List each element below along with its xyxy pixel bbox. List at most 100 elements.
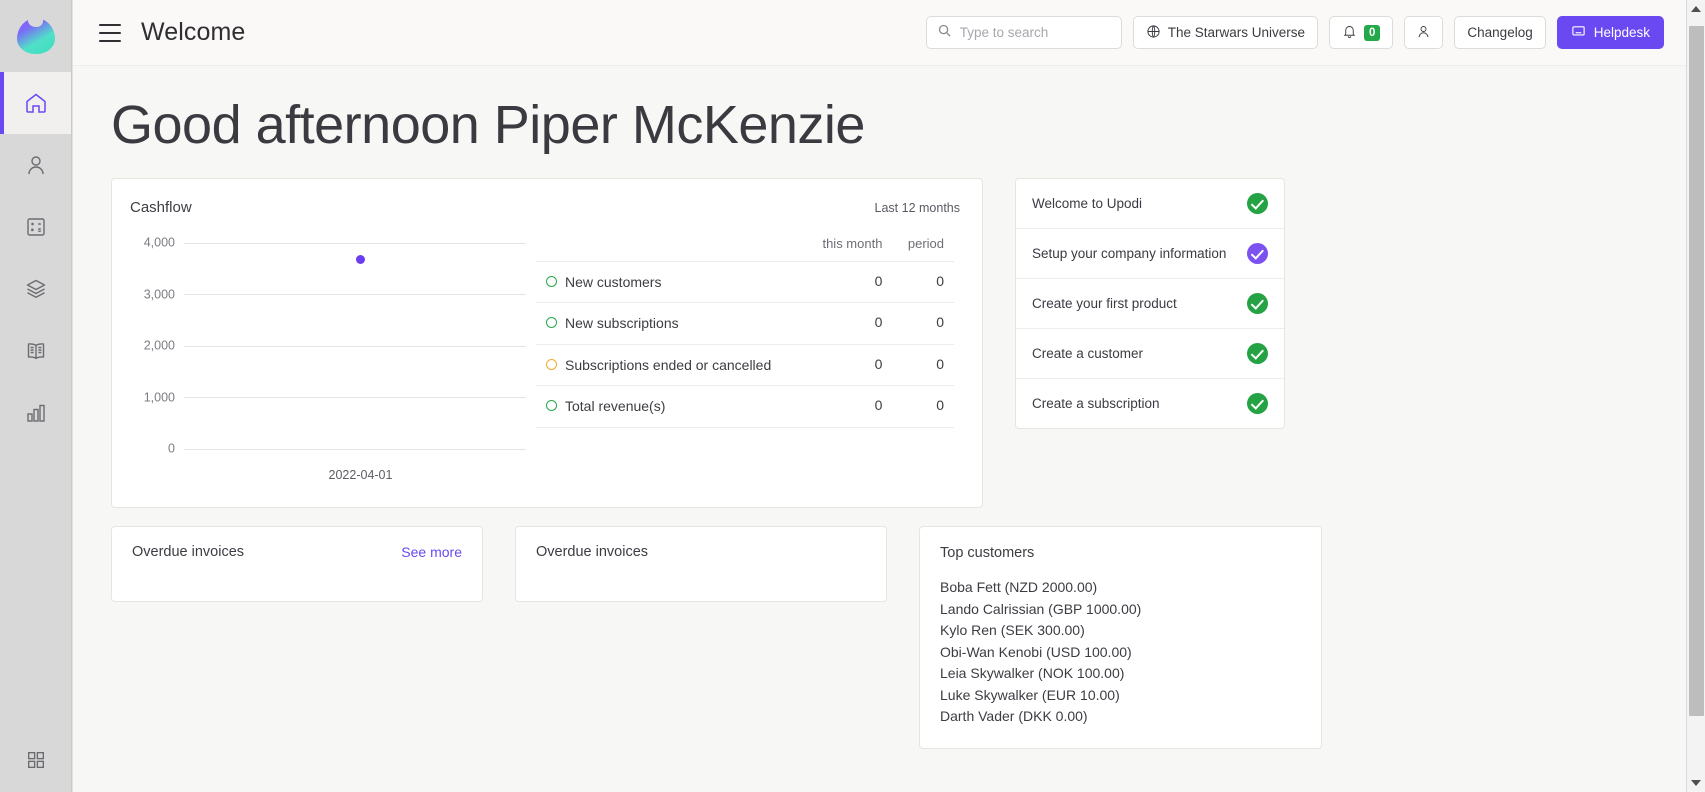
app-logo[interactable] (0, 0, 71, 72)
sidebar-item-apps[interactable] (0, 749, 71, 776)
check-circle-icon (1247, 243, 1268, 264)
sidebar-item-products[interactable] (0, 258, 71, 320)
see-more-link[interactable]: See more (401, 544, 462, 560)
greeting-heading: Good afternoon Piper McKenzie (111, 94, 1660, 156)
hamburger-icon[interactable] (99, 24, 121, 42)
gridline (184, 397, 526, 398)
status-ring-icon (546, 317, 557, 328)
icon-rail (0, 0, 72, 792)
changelog-button[interactable]: Changelog (1454, 16, 1545, 49)
check-circle-icon (1247, 193, 1268, 214)
account-button[interactable] (1404, 16, 1443, 49)
status-ring-icon (546, 400, 557, 411)
table-row: Total revenue(s)00 (536, 386, 954, 427)
helpdesk-label: Helpdesk (1594, 25, 1650, 40)
sidebar-item-billing[interactable] (0, 196, 71, 258)
sidebar-item-ledger[interactable] (0, 320, 71, 382)
gridline (184, 294, 526, 295)
search-box[interactable] (926, 16, 1122, 49)
list-item: Obi-Wan Kenobi (USD 100.00) (940, 642, 1301, 664)
page-title: Welcome (141, 18, 245, 47)
list-item: Darth Vader (DKK 0.00) (940, 706, 1301, 728)
upodi-logo-icon (17, 18, 55, 54)
y-axis-tick-label: 0 (132, 442, 184, 456)
cashflow-title: Cashflow (130, 199, 192, 216)
tenant-selector[interactable]: The Starwars Universe (1133, 16, 1318, 49)
table-row: New subscriptions00 (536, 303, 954, 344)
checklist-item-2[interactable]: Create your first product (1016, 279, 1284, 329)
chat-icon (1571, 24, 1586, 42)
check-circle-icon (1247, 293, 1268, 314)
check-circle-icon (1247, 343, 1268, 364)
checklist-item-label: Create a customer (1032, 345, 1237, 363)
cashflow-header: Cashflow Last 12 months (130, 199, 960, 216)
grid-icon (25, 749, 47, 776)
stat-this-month-cell: 0 (805, 386, 893, 427)
page-scrollbar[interactable] (1686, 0, 1705, 792)
sidebar-item-reports[interactable] (0, 382, 71, 444)
overdue-invoices-card-right: Overdue invoices (515, 526, 887, 602)
stat-label-cell: Subscriptions ended or cancelled (536, 344, 805, 385)
checklist-item-4[interactable]: Create a subscription (1016, 379, 1284, 428)
top-customers-card: Top customers Boba Fett (NZD 2000.00)Lan… (919, 526, 1322, 749)
book-icon (24, 339, 48, 363)
checklist-item-label: Setup your company information (1032, 245, 1237, 263)
sidebar-item-customers[interactable] (0, 134, 71, 196)
list-item: Boba Fett (NZD 2000.00) (940, 577, 1301, 599)
chart-data-point[interactable] (356, 255, 365, 264)
list-item: Luke Skywalker (EUR 10.00) (940, 685, 1301, 707)
stat-this-month-cell: 0 (805, 344, 893, 385)
search-input[interactable] (960, 25, 1111, 40)
column-header: this month (805, 230, 893, 262)
checklist-item-1[interactable]: Setup your company information (1016, 229, 1284, 279)
stat-label-cell: New customers (536, 262, 805, 303)
dashboard-bottom-row: Overdue invoices See more Overdue invoic… (111, 526, 1660, 749)
chart-gridline: 3,000 (132, 288, 526, 302)
gridline (184, 449, 526, 450)
stat-this-month-cell: 0 (805, 303, 893, 344)
check-circle-icon (1247, 393, 1268, 414)
bar-chart-icon (24, 401, 48, 425)
stat-period-cell: 0 (892, 386, 954, 427)
checklist-item-0[interactable]: Welcome to Upodi (1016, 179, 1284, 229)
globe-icon (1146, 24, 1161, 42)
table-row: Subscriptions ended or cancelled00 (536, 344, 954, 385)
notification-count-badge: 0 (1364, 25, 1380, 41)
cashflow-card: Cashflow Last 12 months 4,0003,0002,0001… (111, 178, 983, 508)
table-body: New customers00New subscriptions00Subscr… (536, 262, 954, 428)
top-customers-title: Top customers (940, 545, 1301, 561)
changelog-label: Changelog (1467, 25, 1532, 40)
stat-period-cell: 0 (892, 344, 954, 385)
checklist-item-label: Welcome to Upodi (1032, 195, 1237, 213)
list-item: Kylo Ren (SEK 300.00) (940, 620, 1301, 642)
scroll-up-button[interactable] (1687, 0, 1705, 18)
layers-icon (24, 277, 48, 301)
dashboard-top-row: Cashflow Last 12 months 4,0003,0002,0001… (111, 178, 1660, 508)
checklist-item-label: Create your first product (1032, 295, 1237, 313)
scroll-down-button[interactable] (1687, 774, 1705, 792)
scrollbar-thumb[interactable] (1689, 26, 1704, 716)
list-item: Lando Calrissian (GBP 1000.00) (940, 599, 1301, 621)
overdue-invoices-title-2: Overdue invoices (536, 544, 648, 560)
onboarding-checklist: Welcome to Upodi Setup your company infor… (1015, 178, 1285, 429)
status-ring-icon (546, 276, 557, 287)
notifications-button[interactable]: 0 (1329, 16, 1393, 49)
gridline (184, 346, 526, 347)
top-bar: Welcome The Starwars Universe 0 (73, 0, 1686, 66)
checklist-item-3[interactable]: Create a customer (1016, 329, 1284, 379)
bell-icon (1342, 24, 1357, 42)
stat-this-month-cell: 0 (805, 262, 893, 303)
y-axis-tick-label: 3,000 (132, 287, 184, 301)
helpdesk-button[interactable]: Helpdesk (1557, 16, 1664, 49)
cashflow-stats-table: this monthperiod New customers00New subs… (526, 230, 960, 442)
checklist-item-label: Create a subscription (1032, 395, 1237, 413)
user-icon (1416, 24, 1431, 42)
calculator-icon (24, 215, 48, 239)
app-window: Welcome The Starwars Universe 0 (72, 0, 1686, 792)
cashflow-range-label: Last 12 months (875, 201, 960, 215)
chevron-down-icon (1691, 780, 1701, 786)
sidebar-item-home[interactable] (0, 72, 71, 134)
table-row: New customers00 (536, 262, 954, 303)
column-header: period (892, 230, 954, 262)
status-ring-icon (546, 359, 557, 370)
